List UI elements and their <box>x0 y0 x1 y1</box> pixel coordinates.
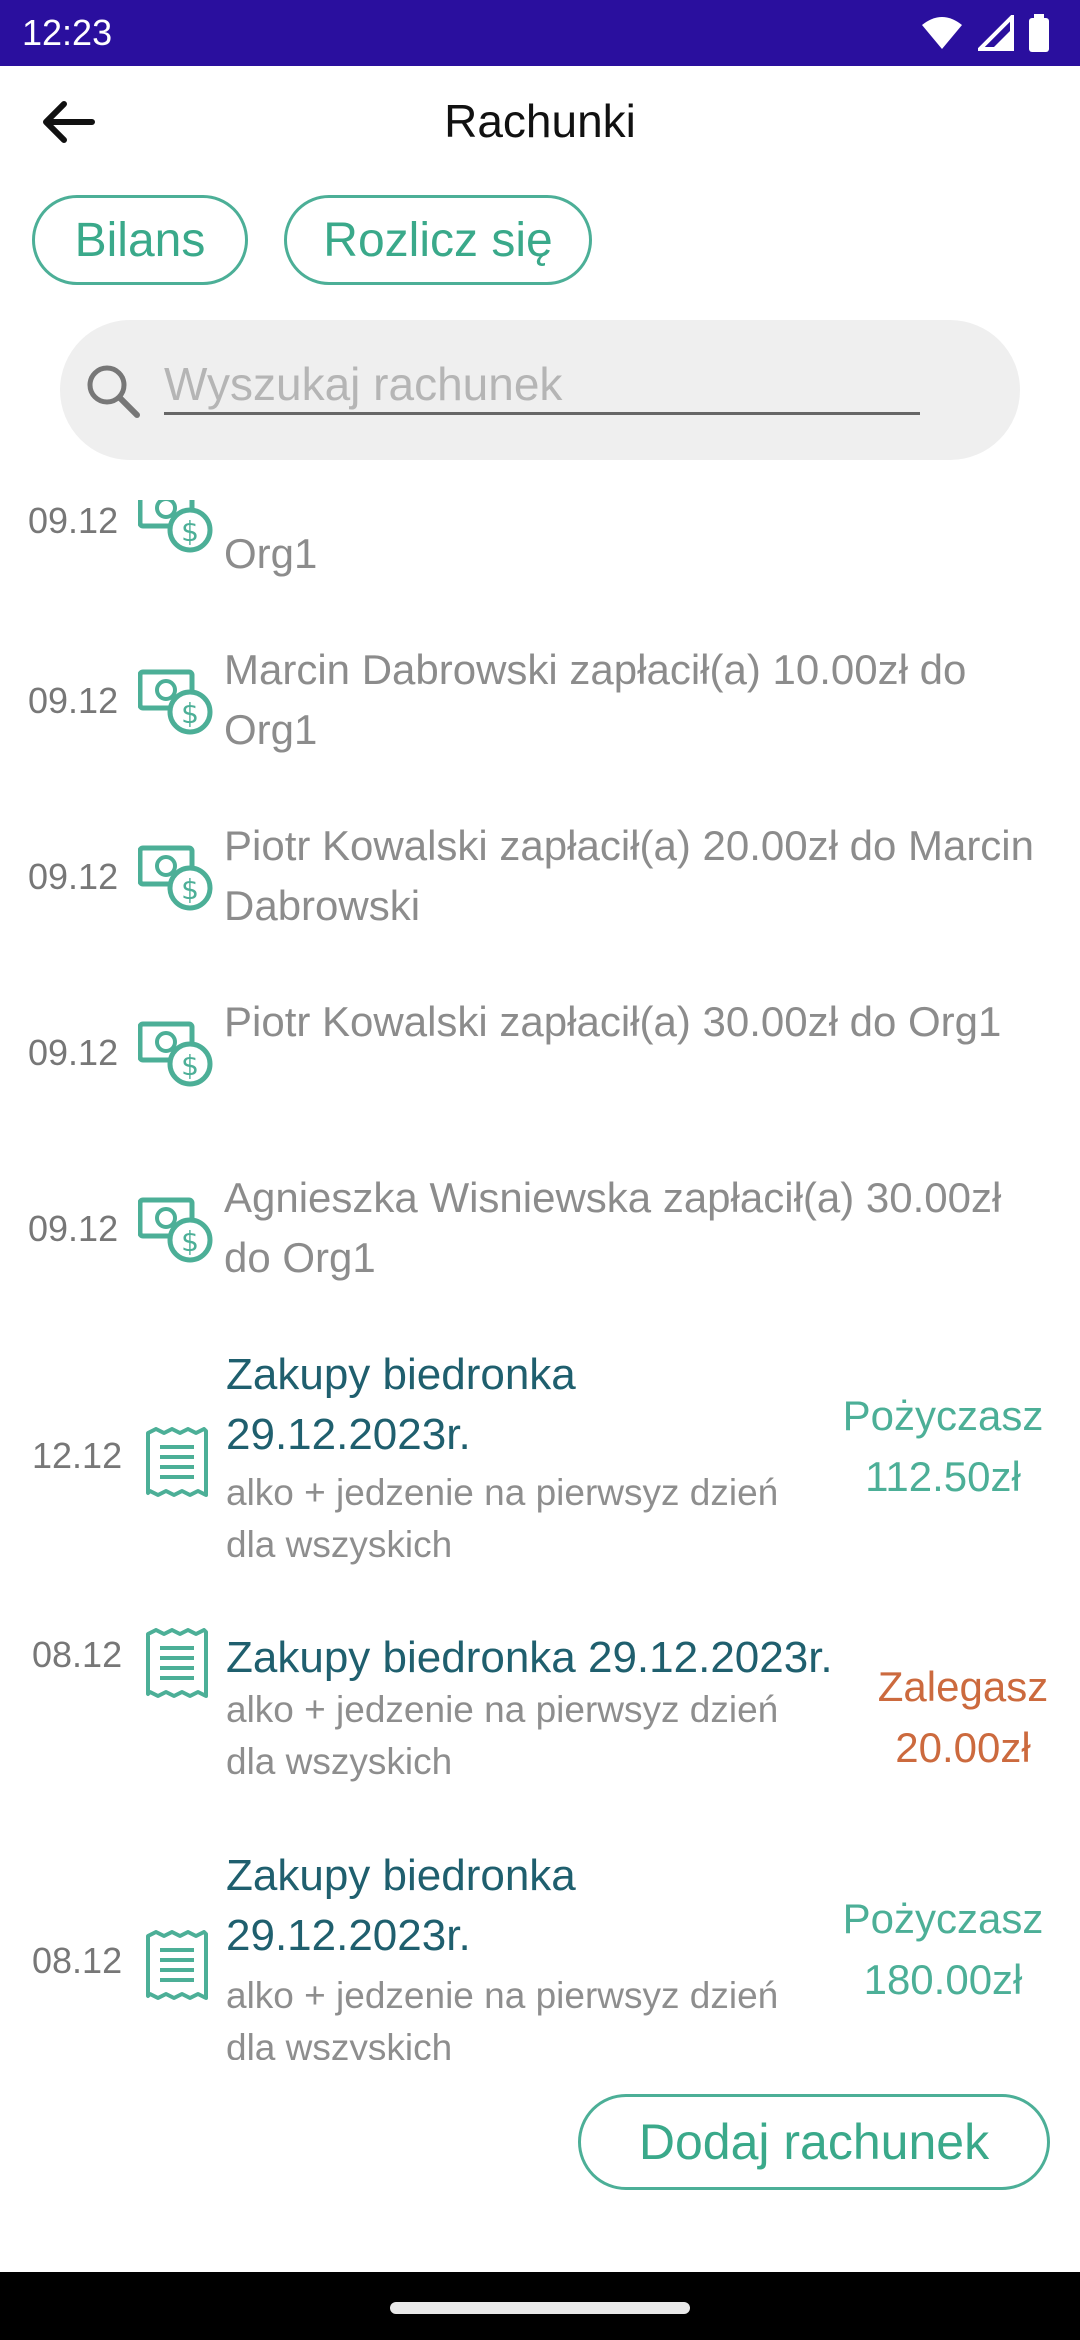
status-icons <box>920 14 1050 52</box>
item-date: 09.12 <box>28 1032 119 1073</box>
bills-list[interactable]: 09.12 $ Org1 09.12 $ Marcin Dabrowski za… <box>0 500 1080 2060</box>
svg-text:$: $ <box>181 873 199 906</box>
rozlicz-button[interactable]: Rozlicz się <box>284 195 592 285</box>
bill-title: Zakupy biedronka 29.12.2023r. <box>226 1633 833 1682</box>
bill-balance: Pożyczasz 112.50zł <box>830 1385 1056 1507</box>
search-bar <box>60 320 1020 460</box>
item-date: 09.12 <box>28 856 119 897</box>
list-item[interactable]: 09.12 $ Piotr Kowalski zapłacił(a) 20.00… <box>0 816 1080 956</box>
bill-description: alko + jedzenie na pierwsyz dzień dla ws… <box>226 1472 779 1565</box>
signal-icon <box>978 15 1014 51</box>
list-item[interactable]: 09.12 $ Org1 <box>0 500 1080 584</box>
bill-row[interactable]: 08.12 Zakupy biedronka 29.12.2023r. alko… <box>0 1846 1080 2060</box>
page-title: Rachunki <box>444 95 636 147</box>
navigation-bar <box>0 2272 1080 2340</box>
list-item[interactable]: 09.12 $ Agnieszka Wisniewska zapłacił(a)… <box>0 1168 1080 1308</box>
wifi-icon <box>922 17 962 49</box>
svg-text:$: $ <box>181 515 199 548</box>
receipt-icon <box>146 1628 208 1698</box>
receipt-icon <box>146 1930 208 2000</box>
search-icon <box>87 365 140 418</box>
bilans-button[interactable]: Bilans <box>32 195 248 285</box>
bill-amount: 180.00zł <box>863 1956 1023 2003</box>
bill-description: alko + jedzenie na pierwsyz dzień dla ws… <box>226 1975 779 2060</box>
bill-balance: Pożyczasz 180.00zł <box>830 1888 1056 2010</box>
bill-row[interactable]: 08.12 Zakupy biedronka 29.12.2023r. alko… <box>0 1628 1080 1818</box>
bill-row[interactable]: 12.12 Zakupy biedronka 29.12.2023r. alko… <box>0 1345 1080 1585</box>
item-text: Marcin Dabrowski zapłacił(a) 10.00zł do … <box>224 646 967 753</box>
list-item[interactable]: 09.12 $ Piotr Kowalski zapłacił(a) 30.00… <box>0 992 1080 1132</box>
home-gesture-handle[interactable] <box>390 2302 690 2314</box>
receipt-icon <box>146 1427 208 1497</box>
list-item[interactable]: 09.12 $ Marcin Dabrowski zapłacił(a) 10.… <box>0 640 1080 780</box>
svg-text:$: $ <box>181 1225 199 1258</box>
bill-balance: Zalegasz 20.00zł <box>868 1656 1058 1778</box>
add-bill-button[interactable]: Dodaj rachunek <box>578 2094 1050 2190</box>
money-transfer-icon: $ <box>138 1021 213 1087</box>
item-text: Piotr Kowalski zapłacił(a) 30.00zł do Or… <box>224 998 1002 1045</box>
item-date: 09.12 <box>28 500 119 541</box>
battery-icon <box>1029 14 1049 52</box>
status-bar: 12:23 <box>0 0 1080 66</box>
bill-amount: 112.50zł <box>865 1453 1021 1500</box>
item-text: Agnieszka Wisniewska zapłacił(a) 30.00zł… <box>224 1174 1002 1281</box>
money-transfer-icon: $ <box>138 1197 213 1263</box>
money-transfer-icon: $ <box>138 500 213 553</box>
bill-status: Pożyczasz <box>842 1895 1044 1942</box>
money-transfer-icon: $ <box>138 669 213 735</box>
svg-text:$: $ <box>181 697 199 730</box>
svg-text:$: $ <box>181 1049 199 1082</box>
item-text: Org1 <box>224 530 318 577</box>
item-date: 08.12 <box>32 1940 123 1981</box>
item-date: 09.12 <box>28 1208 119 1249</box>
bill-status: Zalegasz <box>877 1663 1049 1710</box>
item-date: 09.12 <box>28 680 119 721</box>
item-date: 08.12 <box>32 1634 123 1675</box>
search-input[interactable] <box>164 356 920 415</box>
item-date: 12.12 <box>32 1435 123 1476</box>
money-transfer-icon: $ <box>138 845 213 911</box>
bill-description: alko + jedzenie na pierwsyz dzień dla ws… <box>226 1689 779 1782</box>
bill-status: Pożyczasz <box>842 1392 1044 1439</box>
bill-title: Zakupy biedronka 29.12.2023r. <box>226 1350 576 1459</box>
bill-title: Zakupy biedronka 29.12.2023r. <box>226 1851 576 1960</box>
app-bar: Rachunki <box>0 66 1080 178</box>
status-time: 12:23 <box>22 12 113 53</box>
item-text: Piotr Kowalski zapłacił(a) 20.00zł do Ma… <box>224 822 1034 929</box>
bill-amount: 20.00zł <box>895 1724 1031 1771</box>
